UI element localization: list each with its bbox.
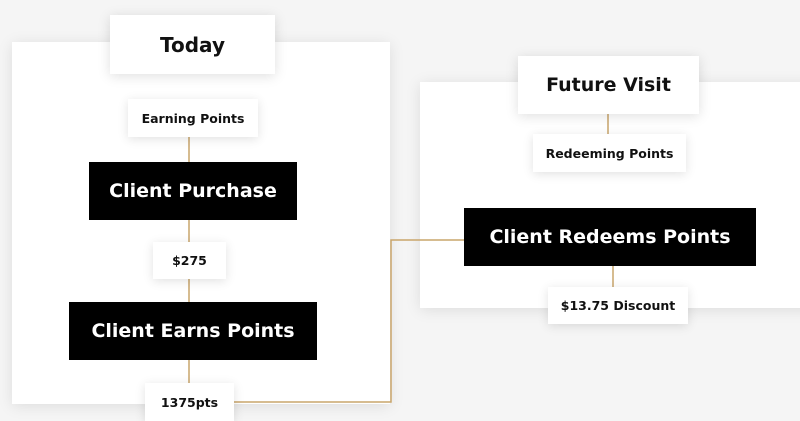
purchase-amount-label: $275: [153, 242, 226, 279]
client-earns-points-block: Client Earns Points: [69, 302, 317, 360]
earning-points-label: Earning Points: [128, 99, 258, 137]
discount-label: $13.75 Discount: [548, 287, 688, 324]
client-redeems-points-block: Client Redeems Points: [464, 208, 756, 266]
future-visit-heading: Future Visit: [518, 56, 699, 114]
client-purchase-block: Client Purchase: [89, 162, 297, 220]
points-earned-label: 1375pts: [145, 383, 234, 421]
redeeming-points-label: Redeeming Points: [533, 134, 686, 172]
today-heading: Today: [110, 15, 275, 74]
